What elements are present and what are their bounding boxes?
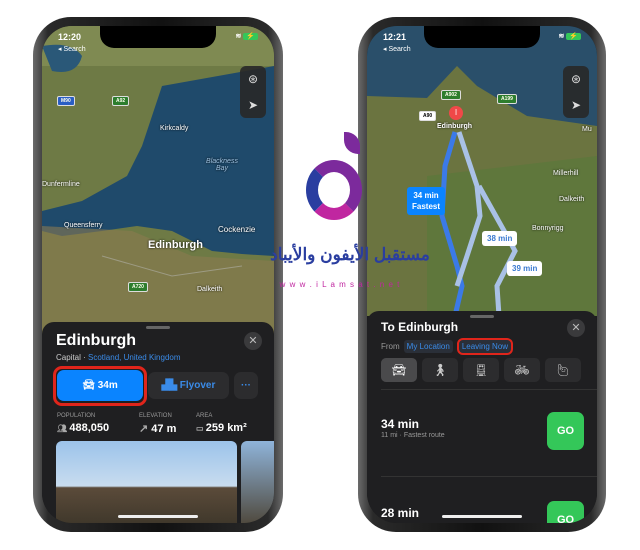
map-label-blackness-bay: Blackness Bay: [206, 158, 238, 172]
mode-cycle[interactable]: 🚲︎: [504, 358, 540, 382]
divider: [381, 476, 597, 477]
map-label-dalkeith: Dalkeith: [559, 196, 585, 203]
status-icons: ≋ ⚡: [558, 32, 581, 40]
map-label-mu: Mu: [582, 126, 592, 133]
mode-transit[interactable]: 🚆︎: [463, 358, 499, 382]
go-button[interactable]: GO: [547, 501, 584, 523]
stat-population-label: POPULATION: [57, 413, 96, 419]
route-detail: 11 mi · Fastest route: [381, 432, 445, 439]
map-label-dalkeith: Dalkeith: [197, 286, 223, 293]
map-label-edinburgh[interactable]: Edinburgh: [148, 239, 203, 251]
leaving-now-button[interactable]: Leaving Now: [456, 338, 514, 355]
place-photo-2[interactable]: [241, 441, 274, 523]
notch: [424, 26, 540, 48]
back-to-search[interactable]: ◂ Search: [383, 45, 411, 53]
directions-title: To Edinburgh: [381, 320, 459, 334]
shield-m90: M90: [57, 96, 75, 106]
map-label-millerhill: Millerhill: [553, 170, 579, 177]
place-photo[interactable]: [56, 441, 237, 523]
mode-walk[interactable]: 🚶︎: [422, 358, 458, 382]
flyover-label: Flyover: [179, 380, 216, 391]
sheet-grabber[interactable]: [146, 326, 170, 329]
watermark-url: w w w . i L a m s a t . n e t: [279, 280, 401, 289]
place-card: Edinburgh ✕ Capital · Scotland, United K…: [42, 322, 274, 523]
directions-label: 34m: [97, 380, 118, 391]
stat-population-value: 👥︎ 488,050: [57, 422, 110, 434]
car-icon: 🚘︎: [82, 380, 95, 391]
watermark-logo: [288, 130, 368, 230]
route-tag-39[interactable]: 39 min: [507, 261, 543, 276]
map-mode-icon[interactable]: ⊛: [563, 66, 589, 92]
place-subtitle: Capital · Scotland, United Kingdom: [56, 353, 181, 362]
map-label-dunfermline: Dunfermline: [42, 181, 80, 188]
map-label-queensferry: Queensferry: [64, 222, 103, 229]
notch: [100, 26, 216, 48]
status-time: 12:20: [58, 32, 82, 42]
map-label-edinburgh: Edinburgh: [437, 123, 472, 130]
status-icons: ≋ ⚡: [235, 32, 258, 40]
from-label: From: [381, 342, 400, 351]
back-to-search[interactable]: ◂ Search: [58, 45, 86, 53]
shield-a720: A720: [128, 282, 148, 292]
stat-elevation-value: ↗ 47 m: [139, 423, 177, 435]
mode-ride-share[interactable]: 🙋︎: [545, 358, 581, 382]
stat-area-label: AREA: [196, 413, 213, 419]
location-arrow-icon[interactable]: ➤: [563, 92, 589, 118]
watermark: مستقبل الأيفون والأيباد w w w . i L a m …: [270, 130, 430, 300]
area-icon: ▭: [196, 424, 206, 433]
divider: [381, 389, 597, 390]
stat-elevation-label: ELEVATION: [139, 413, 172, 419]
mode-car[interactable]: 🚘︎: [381, 358, 417, 382]
route-time: 34 min: [381, 417, 420, 431]
shield-a902: A902: [441, 90, 461, 100]
close-button[interactable]: ✕: [567, 319, 585, 337]
from-row: From My Location Leaving Now: [381, 338, 514, 355]
map-controls: ⊛ ➤: [240, 66, 266, 118]
go-button[interactable]: GO: [547, 412, 584, 450]
map-label-cockenzie: Cockenzie: [218, 225, 256, 234]
location-link[interactable]: Scotland, United Kingdom: [88, 353, 181, 362]
map-label-bonnyrigg: Bonnyrigg: [532, 225, 564, 232]
flyover-button[interactable]: ▟▙ Flyover: [148, 372, 229, 399]
route-tag-38[interactable]: 38 min: [482, 231, 518, 246]
place-title: Edinburgh: [56, 332, 136, 349]
route-time: 28 min: [381, 506, 420, 520]
shield-a199: A199: [497, 94, 517, 104]
shield-a92: A92: [112, 96, 130, 106]
left-screen: 12:20 ≋ ⚡ ◂ Search ⊛ ➤ M90 A92 A720 Kirkc…: [42, 26, 274, 523]
location-arrow-icon[interactable]: ➤: [240, 92, 266, 118]
place-category: Capital: [56, 353, 81, 362]
from-location-button[interactable]: My Location: [403, 340, 453, 353]
directions-button[interactable]: 🚘︎ 34m: [57, 370, 143, 401]
destination-pin-icon[interactable]: ǀ: [449, 106, 463, 120]
close-button[interactable]: ✕: [244, 332, 262, 350]
stat-area-value: ▭ 259 km²: [196, 422, 247, 434]
map-controls: ⊛ ➤: [563, 66, 589, 118]
people-icon: 👥︎: [57, 424, 70, 433]
status-time: 12:21: [383, 32, 407, 42]
shield-a90: A90: [419, 111, 437, 121]
home-indicator: [118, 515, 198, 518]
flyover-icon: ▟▙: [161, 380, 178, 391]
sheet-grabber[interactable]: [470, 315, 494, 318]
separator: ·: [80, 353, 89, 362]
more-button[interactable]: ···: [234, 372, 258, 399]
arrow-up-right-icon: ↗: [139, 423, 152, 435]
directions-card: To Edinburgh ✕ From My Location Leaving …: [367, 311, 597, 523]
watermark-arabic: مستقبل الأيفون والأيباد: [270, 245, 430, 264]
map-label-kirkcaldy: Kirkcaldy: [160, 125, 189, 132]
map-mode-icon[interactable]: ⊛: [240, 66, 266, 92]
left-phone-frame: 12:20 ≋ ⚡ ◂ Search ⊛ ➤ M90 A92 A720 Kirkc…: [33, 17, 283, 532]
home-indicator: [442, 515, 522, 518]
